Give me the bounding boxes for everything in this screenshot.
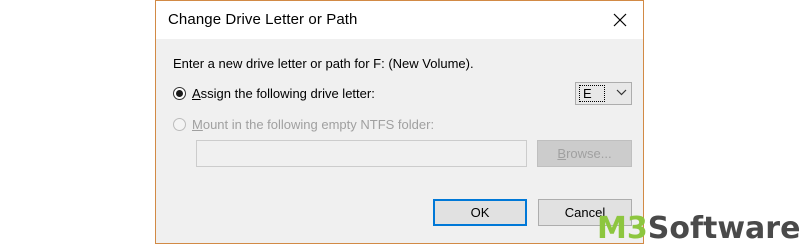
instruction-text: Enter a new drive letter or path for F: … <box>173 56 474 71</box>
ok-button[interactable]: OK <box>433 199 527 226</box>
mount-ntfs-folder-option[interactable]: Mount in the following empty NTFS folder… <box>173 117 434 132</box>
assign-drive-letter-label: Assign the following drive letter: <box>192 86 375 101</box>
folder-path-input[interactable] <box>196 140 527 167</box>
assign-drive-letter-option[interactable]: Assign the following drive letter: <box>173 86 375 101</box>
drive-letter-value: E <box>579 85 605 102</box>
mount-ntfs-folder-radio[interactable] <box>173 118 186 131</box>
watermark-prefix: M3 <box>597 211 648 245</box>
screenshot-stage: Change Drive Letter or Path Enter a new … <box>0 0 800 245</box>
dialog-titlebar: Change Drive Letter or Path <box>156 1 643 39</box>
chevron-down-icon <box>616 89 627 96</box>
browse-button[interactable]: Browse... <box>537 140 632 167</box>
assign-drive-letter-radio[interactable] <box>173 87 186 100</box>
drive-letter-select[interactable]: E <box>575 82 632 105</box>
change-drive-letter-dialog: Change Drive Letter or Path Enter a new … <box>155 0 644 244</box>
dialog-title: Change Drive Letter or Path <box>168 11 358 28</box>
close-icon <box>613 13 627 27</box>
mount-ntfs-folder-label: Mount in the following empty NTFS folder… <box>192 117 435 132</box>
m3-software-watermark: M3Software <box>597 212 800 245</box>
watermark-rest: Software <box>647 211 800 245</box>
close-button[interactable] <box>597 1 643 39</box>
